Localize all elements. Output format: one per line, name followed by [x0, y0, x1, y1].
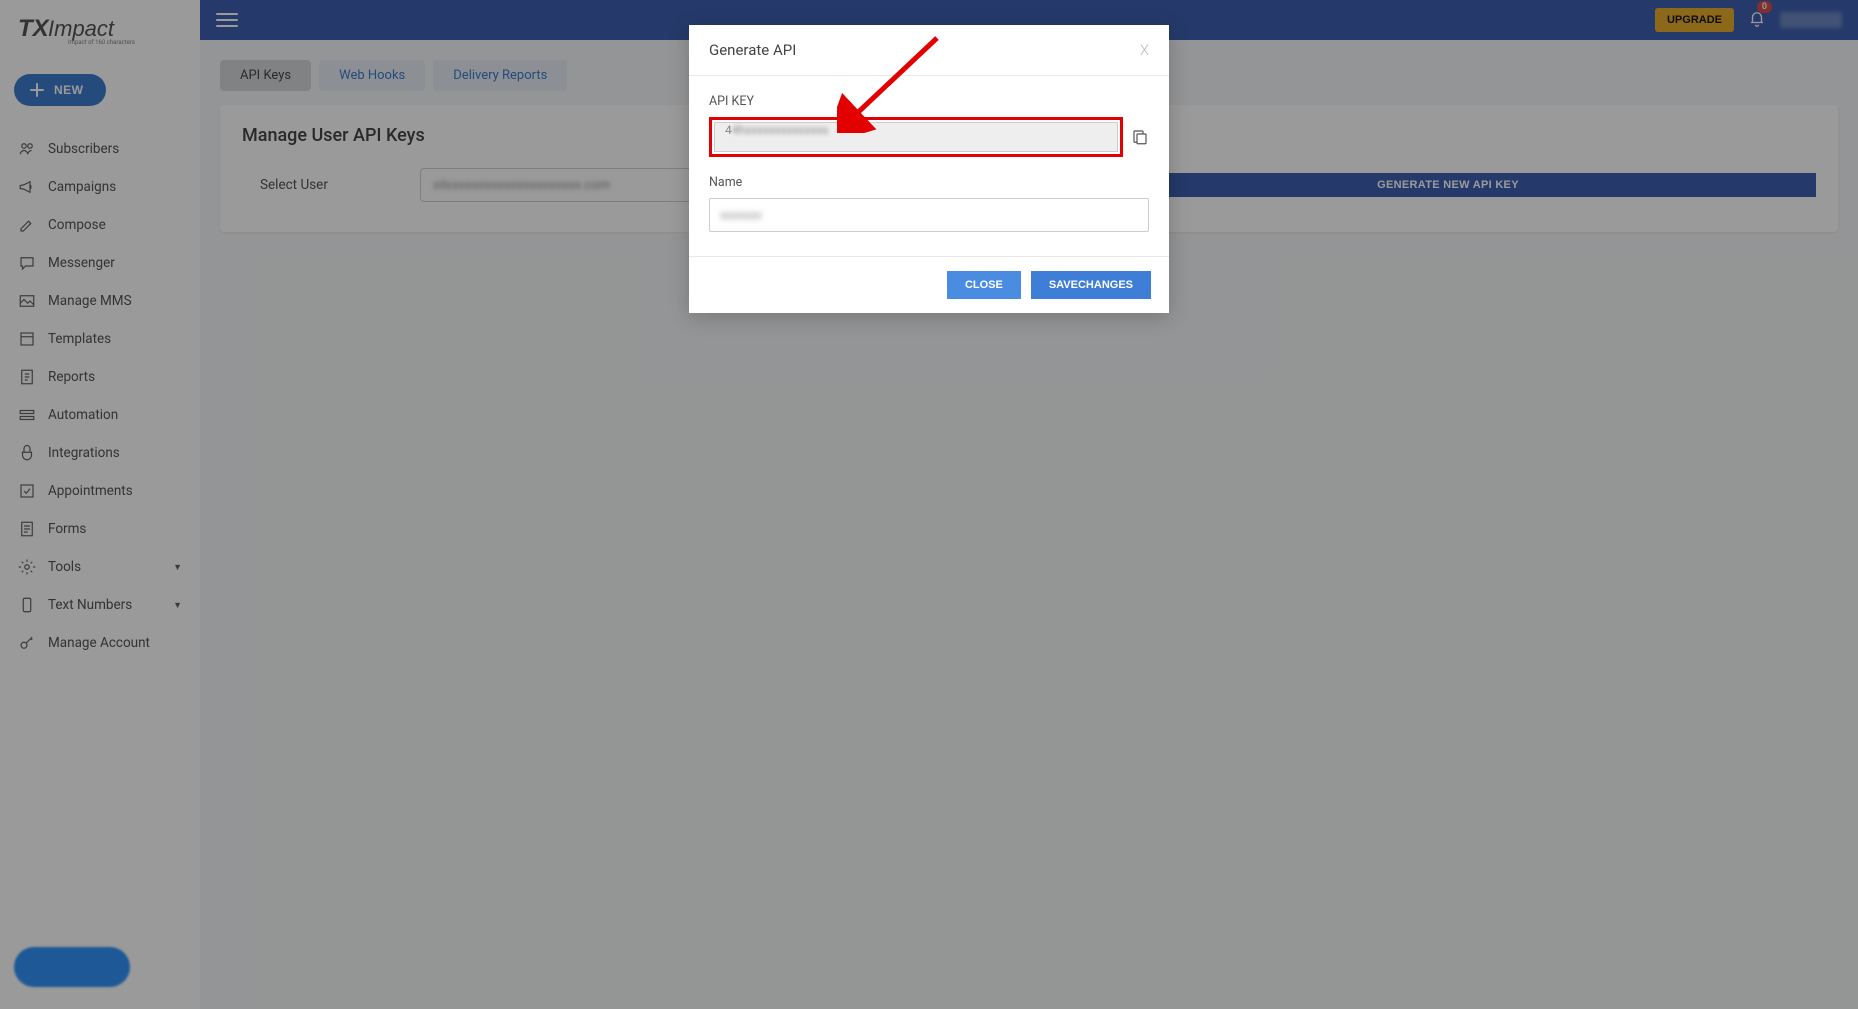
modal-close-button[interactable]: X — [1140, 41, 1149, 59]
close-button[interactable]: CLOSE — [947, 271, 1021, 299]
generate-api-modal: Generate API X API KEY 44hxxxxxxxxxxxxxx… — [689, 25, 1169, 313]
save-changes-button[interactable]: SAVECHANGES — [1031, 271, 1151, 299]
modal-overlay[interactable]: Generate API X API KEY 44hxxxxxxxxxxxxxx… — [0, 0, 1858, 1009]
api-key-label: API KEY — [709, 94, 1149, 109]
name-field[interactable]: xxxxxxx — [709, 198, 1149, 232]
api-key-field[interactable]: 44hxxxxxxxxxxxxxx — [714, 122, 1118, 152]
name-label: Name — [709, 175, 1149, 190]
copy-icon[interactable] — [1131, 128, 1149, 146]
modal-title: Generate API — [709, 41, 796, 59]
api-key-highlight: 44hxxxxxxxxxxxxxx — [709, 117, 1123, 157]
